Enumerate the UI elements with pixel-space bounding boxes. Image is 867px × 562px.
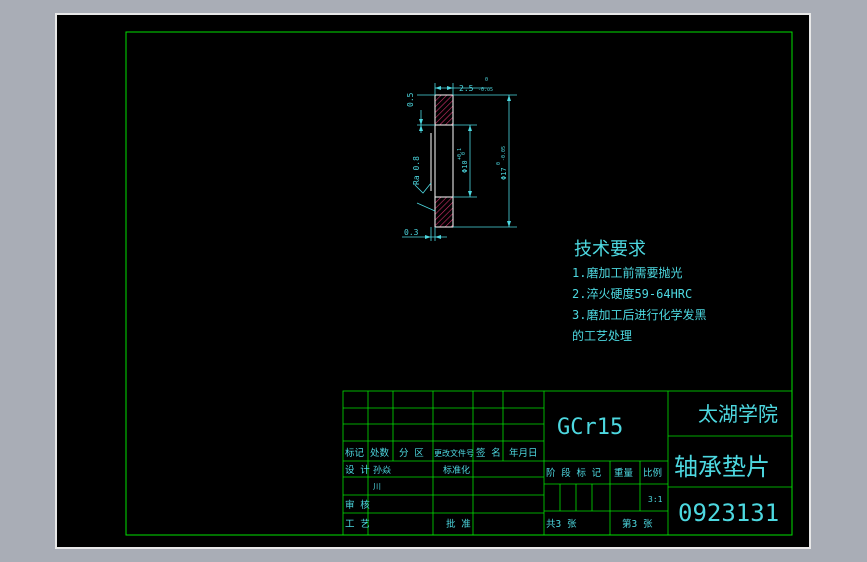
header-sign: 签 名 xyxy=(476,447,501,459)
part-name: 轴承垫片 xyxy=(674,453,770,481)
header-count: 处数 xyxy=(370,447,390,459)
drawing-sheet: 2.5 0 -0.05 0.5 Φ10 +0.1 0 Φ17 0 -0.05 R… xyxy=(125,31,793,536)
tech-req-item: 2.淬火硬度59-64HRC xyxy=(572,286,692,301)
dim-outer-tol-lower: -0.05 xyxy=(501,146,507,161)
material: GCr15 xyxy=(557,415,623,440)
header-mark: 标记 xyxy=(345,447,365,459)
standardize-label: 标准化 xyxy=(443,464,470,476)
tech-req-item: 1.磨加工前需要抛光 xyxy=(572,265,682,280)
dim-outer-tol-upper: 0 xyxy=(496,162,502,165)
dim-top-width: 2.5 xyxy=(459,84,474,93)
dim-top-tol-upper: 0 xyxy=(485,77,488,83)
dim-chamfer: 0.5 xyxy=(406,92,415,107)
section-lower-hatch xyxy=(434,196,454,228)
scale-value: 3:1 xyxy=(648,495,663,504)
dim-inner-dia: Φ10 xyxy=(461,160,469,173)
part-section-view: 2.5 0 -0.05 0.5 Φ10 +0.1 0 Φ17 0 -0.05 R… xyxy=(402,77,517,241)
designer-extra: 川 xyxy=(373,482,381,491)
stage-mark-label: 阶 段 标 记 xyxy=(546,467,602,479)
row-process: 工 艺 xyxy=(345,519,370,530)
weight-label: 重量 xyxy=(614,467,634,479)
dim-outer-dia: Φ17 xyxy=(500,167,508,180)
scale-label: 比例 xyxy=(643,467,662,479)
tech-req-title: 技术要求 xyxy=(574,239,646,260)
dim-bottom: 0.3 xyxy=(404,228,419,237)
row-design: 设 计 xyxy=(345,464,370,476)
dim-top-tol-lower: -0.05 xyxy=(478,87,493,93)
header-zone: 分 区 xyxy=(399,448,424,459)
drawing-number: 0923131 xyxy=(678,499,779,527)
header-date: 年月日 xyxy=(509,447,538,459)
school-name: 太湖学院 xyxy=(698,402,778,426)
tech-req-item: 3.磨加工后进行化学发黑 xyxy=(572,307,706,322)
header-change-doc: 更改文件号 xyxy=(434,448,474,458)
total-sheets: 共3 张 xyxy=(546,519,577,530)
row-review: 审 核 xyxy=(345,499,370,511)
sheet-number: 第3 张 xyxy=(622,518,653,530)
section-upper-hatch xyxy=(434,94,454,126)
approve-label: 批 准 xyxy=(446,518,471,530)
tech-req-item: 的工艺处理 xyxy=(572,328,632,343)
technical-requirements: 技术要求 1.磨加工前需要抛光 2.淬火硬度59-64HRC 3.磨加工后进行化… xyxy=(572,239,706,343)
dim-inner-tol-lower: 0 xyxy=(461,152,467,155)
designer-name: 孙焱 xyxy=(373,464,391,476)
surface-roughness: Ra 0.8 xyxy=(412,156,421,185)
cad-drawing-viewport: 2.5 0 -0.05 0.5 Φ10 +0.1 0 Φ17 0 -0.05 R… xyxy=(55,13,811,549)
